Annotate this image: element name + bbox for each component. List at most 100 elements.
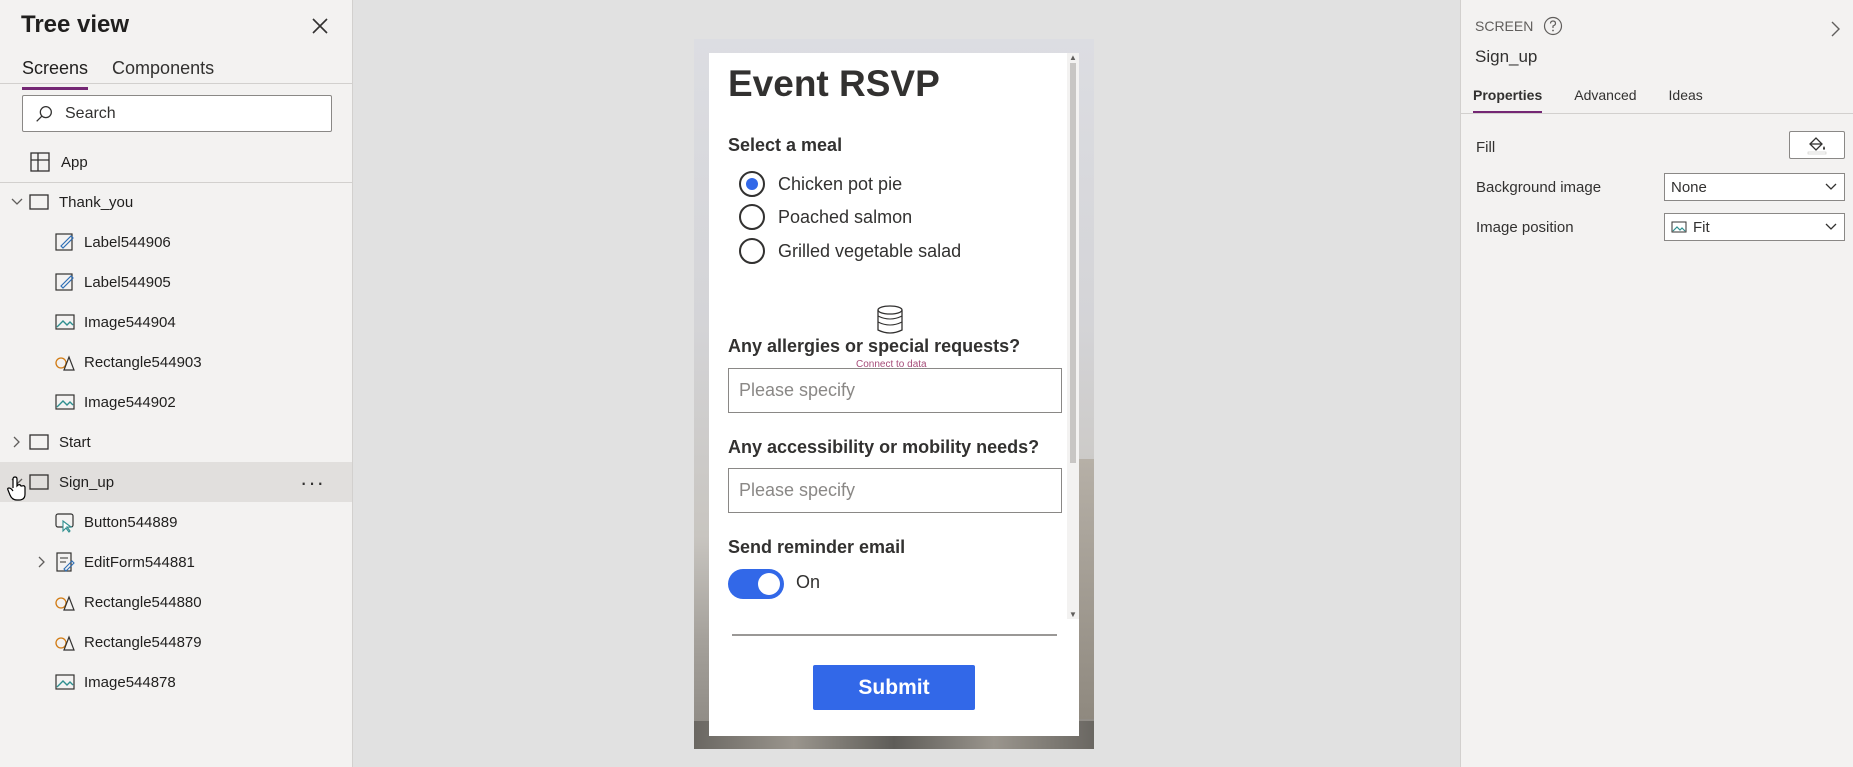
tab-components[interactable]: Components	[112, 58, 214, 90]
tabs-divider	[1461, 113, 1853, 114]
chevron-down-icon[interactable]	[9, 194, 25, 210]
tree-item-thank-you[interactable]: Thank_you	[0, 182, 352, 222]
tree-item-label: Label544905	[84, 273, 171, 291]
screen-icon	[29, 434, 49, 450]
bg-image-label: Background image	[1476, 179, 1602, 196]
search-icon	[36, 105, 52, 122]
meal-option-salad[interactable]: Grilled vegetable salad	[739, 237, 1039, 265]
tree-view-panel: Tree view Screens Components Search App …	[0, 0, 353, 767]
paint-bucket-icon	[1807, 137, 1827, 155]
chevron-right-icon[interactable]	[1824, 18, 1846, 40]
scroll-down-icon[interactable]: ▼	[1069, 610, 1077, 619]
meal-option-label: Chicken pot pie	[778, 173, 903, 194]
submit-button[interactable]: Submit	[813, 665, 975, 710]
button-icon	[55, 513, 74, 533]
img-pos-label: Image position	[1476, 219, 1574, 236]
radio-selected-icon	[739, 171, 765, 197]
more-options-icon[interactable]: ···	[300, 470, 325, 496]
tree-item-image544878[interactable]: Image544878	[0, 662, 352, 702]
properties-tabs: Properties Advanced Ideas	[1473, 87, 1703, 114]
form-divider	[732, 634, 1057, 636]
label-icon	[55, 273, 74, 291]
rsvp-form: Event RSVP Select a meal Chicken pot pie…	[709, 53, 1079, 736]
search-input[interactable]: Search	[22, 95, 332, 132]
accessibility-label: Any accessibility or mobility needs?	[728, 437, 1040, 457]
shape-icon	[55, 355, 75, 371]
fill-label: Fill	[1476, 139, 1496, 156]
control-kind: SCREEN	[1475, 16, 1563, 36]
tree-item-label: Image544902	[84, 393, 176, 411]
tree-item-label: Rectangle544880	[84, 593, 202, 611]
meal-option-label: Poached salmon	[778, 206, 913, 227]
tree-item-label: Rectangle544879	[84, 633, 202, 651]
tree-item-button544889[interactable]: Button544889	[0, 502, 352, 542]
radio-icon	[739, 204, 765, 230]
tree-item-start[interactable]: Start	[0, 422, 352, 462]
meal-option-chicken[interactable]: Chicken pot pie	[739, 170, 1039, 198]
meal-option-salmon[interactable]: Poached salmon	[739, 203, 1039, 231]
database-icon	[877, 305, 903, 334]
screen-icon	[29, 194, 49, 210]
tree-item-label: Sign_up	[59, 473, 115, 491]
tab-ideas[interactable]: Ideas	[1669, 87, 1703, 114]
img-pos-dropdown[interactable]: Fit	[1664, 213, 1845, 241]
tree-item-label: Start	[59, 433, 91, 451]
properties-panel: SCREEN Sign_up Properties Advanced Ideas…	[1460, 0, 1853, 767]
radio-icon	[739, 238, 765, 264]
image-icon	[55, 674, 75, 690]
tree-item-rectangle544879[interactable]: Rectangle544879	[0, 622, 352, 662]
tree-item-label: Image544878	[84, 673, 176, 691]
tree-view-title: Tree view	[21, 11, 130, 38]
scroll-up-icon[interactable]: ▲	[1069, 53, 1077, 62]
image-icon	[55, 314, 75, 330]
chevron-right-icon[interactable]	[33, 554, 49, 570]
tree-item-sign-up[interactable]: Sign_up ···	[0, 462, 352, 502]
form-title: Event RSVP	[728, 63, 940, 104]
tree-item-app[interactable]: App	[0, 142, 352, 182]
tree-item-rectangle544903[interactable]: Rectangle544903	[0, 342, 352, 382]
background-image-buildings	[1078, 459, 1094, 719]
reminder-label: Send reminder email	[728, 537, 906, 557]
tree-item-label: Thank_you	[59, 193, 134, 211]
tree-item-label: Image544904	[84, 313, 176, 331]
tree-item-label544905[interactable]: Label544905	[0, 262, 352, 302]
allergies-input[interactable]: Please specify	[728, 368, 1062, 413]
screen-icon	[29, 474, 49, 490]
chevron-down-icon	[1825, 183, 1837, 190]
reminder-toggle[interactable]	[728, 569, 784, 599]
tab-advanced[interactable]: Advanced	[1574, 87, 1636, 114]
tree-item-label: Label544906	[84, 233, 171, 251]
fill-picker[interactable]	[1789, 131, 1845, 159]
chevron-right-icon[interactable]	[8, 434, 24, 450]
reminder-toggle-state: On	[796, 572, 821, 592]
app-icon	[30, 152, 50, 172]
help-icon[interactable]	[1543, 16, 1563, 36]
shape-icon	[55, 635, 75, 651]
form-icon	[56, 552, 75, 572]
img-pos-value: Fit	[1693, 218, 1710, 236]
control-kind-label: SCREEN	[1475, 18, 1534, 34]
scrollbar-thumb[interactable]	[1070, 63, 1076, 463]
tab-screens[interactable]: Screens	[22, 58, 89, 90]
close-icon[interactable]	[308, 14, 332, 38]
meal-label: Select a meal	[728, 135, 843, 155]
tree-item-image544902[interactable]: Image544902	[0, 382, 352, 422]
tabs-divider	[0, 83, 352, 84]
cursor-hand-icon	[7, 476, 26, 501]
bg-image-dropdown[interactable]: None	[1664, 173, 1845, 201]
tree-item-editform544881[interactable]: EditForm544881	[0, 542, 352, 582]
image-icon	[55, 394, 75, 410]
tree-item-label: EditForm544881	[84, 553, 195, 571]
accessibility-input[interactable]: Please specify	[728, 468, 1062, 513]
tree-item-label: Rectangle544903	[84, 353, 202, 371]
tree-item-image544904[interactable]: Image544904	[0, 302, 352, 342]
form-scrollbar[interactable]: ▲ ▼	[1067, 53, 1079, 619]
control-name: Sign_up	[1475, 47, 1538, 66]
meal-option-label: Grilled vegetable salad	[778, 240, 962, 261]
tree-item-rectangle544880[interactable]: Rectangle544880	[0, 582, 352, 622]
chevron-down-icon	[1825, 223, 1837, 230]
tree-item-label544906[interactable]: Label544906	[0, 222, 352, 262]
tree-item-label: App	[61, 153, 88, 171]
tab-properties[interactable]: Properties	[1473, 87, 1543, 114]
search-placeholder: Search	[65, 104, 116, 122]
